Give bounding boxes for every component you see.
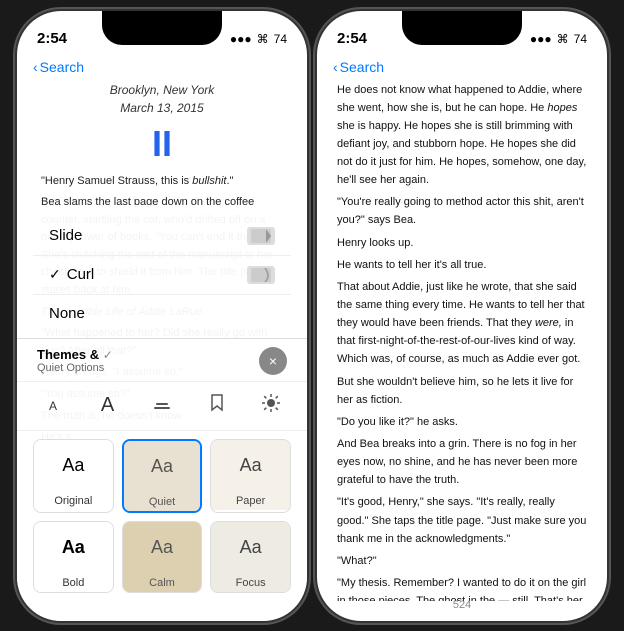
- nav-bar-left: ‹ Search: [17, 55, 307, 81]
- theme-card-original[interactable]: Aa Original: [33, 439, 114, 513]
- wifi-icon-right: ⌘: [557, 32, 569, 46]
- status-icons-right: ●●● ⌘ 74: [530, 32, 587, 46]
- theme-preview-quiet: Aa: [124, 441, 201, 493]
- theme-card-quiet[interactable]: Aa Quiet: [122, 439, 203, 513]
- signal-icon-right: ●●●: [530, 32, 552, 46]
- phones-container: 2:54 ●●● ⌘ 74 ‹ Search Broo: [17, 11, 607, 621]
- theme-card-calm[interactable]: Aa Calm: [122, 521, 203, 593]
- wifi-icon-left: ⌘: [257, 32, 269, 46]
- rp-8: And Bea breaks into a grin. There is no …: [337, 435, 587, 489]
- battery-left: 74: [274, 32, 287, 46]
- chevron-left-right-icon: ‹: [333, 59, 338, 75]
- theme-card-bold[interactable]: Aa Bold: [33, 521, 114, 593]
- back-button-right[interactable]: ‹ Search: [333, 59, 384, 75]
- rp-4: He wants to tell her it's all true.: [337, 256, 587, 274]
- phone-right-inner: 2:54 ●●● ⌘ 74 ‹ Search He d: [317, 11, 607, 621]
- theme-card-focus[interactable]: Aa Focus: [210, 521, 291, 593]
- phone-left-inner: 2:54 ●●● ⌘ 74 ‹ Search Broo: [17, 11, 307, 621]
- rp-3: Henry looks up.: [337, 234, 587, 252]
- close-button[interactable]: ×: [259, 347, 287, 375]
- theme-text-bold: Aa: [62, 537, 85, 558]
- notch-right: [402, 11, 522, 45]
- slide-option-none[interactable]: None: [33, 295, 291, 332]
- themes-title: Themes & ✓: [37, 347, 113, 362]
- theme-label-calm: Calm: [123, 574, 202, 592]
- curl-icon: [247, 266, 275, 284]
- time-left: 2:54: [37, 30, 67, 47]
- brightness-icon: [261, 393, 281, 418]
- rp-1: He does not know what happened to Addie,…: [337, 81, 587, 190]
- slide-option-slide[interactable]: Slide: [33, 217, 291, 256]
- phone-left: 2:54 ●●● ⌘ 74 ‹ Search Broo: [17, 11, 307, 621]
- quiet-option-label: Quiet Options: [37, 362, 113, 374]
- checkmark-icon: ✓: [49, 266, 61, 283]
- theme-card-paper[interactable]: Aa Paper: [210, 439, 291, 513]
- status-icons-left: ●●● ⌘ 74: [230, 32, 287, 46]
- font-toolbar: A A: [17, 381, 307, 431]
- rp-5: That about Addie, just like he wrote, th…: [337, 278, 587, 369]
- themes-grid: Aa Original Aa Quiet Aa: [17, 431, 307, 601]
- theme-text-calm: Aa: [151, 537, 173, 558]
- book-location: Brooklyn, New York March 13, 2015: [41, 81, 283, 117]
- rp-2: "You're really going to method actor thi…: [337, 193, 587, 229]
- font-small-button[interactable]: A: [37, 390, 69, 422]
- nav-bar-right: ‹ Search: [317, 55, 607, 81]
- battery-right: 74: [574, 32, 587, 46]
- font-large-label: A: [101, 394, 114, 417]
- back-label-right: Search: [340, 59, 384, 75]
- rp-7: "Do you like it?" he asks.: [337, 413, 587, 431]
- themes-title-section: Themes & ✓ Quiet Options: [37, 347, 113, 374]
- right-book-content: He does not know what happened to Addie,…: [317, 81, 607, 601]
- rp-6: But she wouldn't believe him, so he lets…: [337, 373, 587, 409]
- theme-label-quiet: Quiet: [124, 493, 201, 511]
- bookmark-button[interactable]: [201, 390, 233, 422]
- theme-preview-bold: Aa: [34, 522, 113, 574]
- brightness-button[interactable]: [255, 390, 287, 422]
- curl-label: Curl: [67, 266, 95, 283]
- theme-text-paper: Aa: [240, 455, 262, 476]
- back-label-left: Search: [40, 59, 84, 75]
- none-label: None: [49, 305, 85, 322]
- theme-text-original: Aa: [62, 455, 84, 476]
- theme-label-bold: Bold: [34, 574, 113, 592]
- page-number: 524: [453, 599, 471, 611]
- theme-label-original: Original: [34, 492, 113, 510]
- rp-11: "My thesis. Remember? I wanted to do it …: [337, 574, 587, 600]
- font-small-label: A: [49, 399, 57, 413]
- rp-10: "What?": [337, 552, 587, 570]
- slide-options-section: Slide ✓ Curl: [17, 217, 307, 339]
- right-text: He does not know what happened to Addie,…: [337, 81, 587, 601]
- bookmark-icon: [210, 393, 224, 418]
- back-button-left[interactable]: ‹ Search: [33, 59, 84, 75]
- font-large-button[interactable]: A: [92, 390, 124, 422]
- phone-right: 2:54 ●●● ⌘ 74 ‹ Search He d: [317, 11, 607, 621]
- font-style-button[interactable]: [146, 390, 178, 422]
- theme-preview-focus: Aa: [211, 522, 290, 574]
- text-icon: [152, 393, 172, 418]
- theme-preview-original: Aa: [34, 440, 113, 492]
- rp-9: "It's good, Henry," she says. "It's real…: [337, 493, 587, 547]
- themes-header: Themes & ✓ Quiet Options ×: [17, 339, 307, 381]
- signal-icon-left: ●●●: [230, 32, 252, 46]
- theme-preview-paper: Aa: [211, 440, 290, 492]
- slide-icon: [247, 227, 275, 245]
- slide-option-curl[interactable]: ✓ Curl: [33, 256, 291, 295]
- overlay-panel: Slide ✓ Curl: [17, 205, 307, 621]
- close-icon: ×: [269, 353, 277, 369]
- theme-text-focus: Aa: [240, 537, 262, 558]
- chapter-number: II: [41, 123, 283, 165]
- theme-preview-calm: Aa: [123, 522, 202, 574]
- theme-text-quiet: Aa: [151, 456, 173, 477]
- notch-left: [102, 11, 222, 45]
- slide-label: Slide: [49, 227, 82, 244]
- time-right: 2:54: [337, 30, 367, 47]
- chevron-left-icon: ‹: [33, 59, 38, 75]
- theme-label-paper: Paper: [211, 492, 290, 510]
- para-1: "Henry Samuel Strauss, this is bullshit.…: [41, 173, 283, 191]
- theme-label-focus: Focus: [211, 574, 290, 592]
